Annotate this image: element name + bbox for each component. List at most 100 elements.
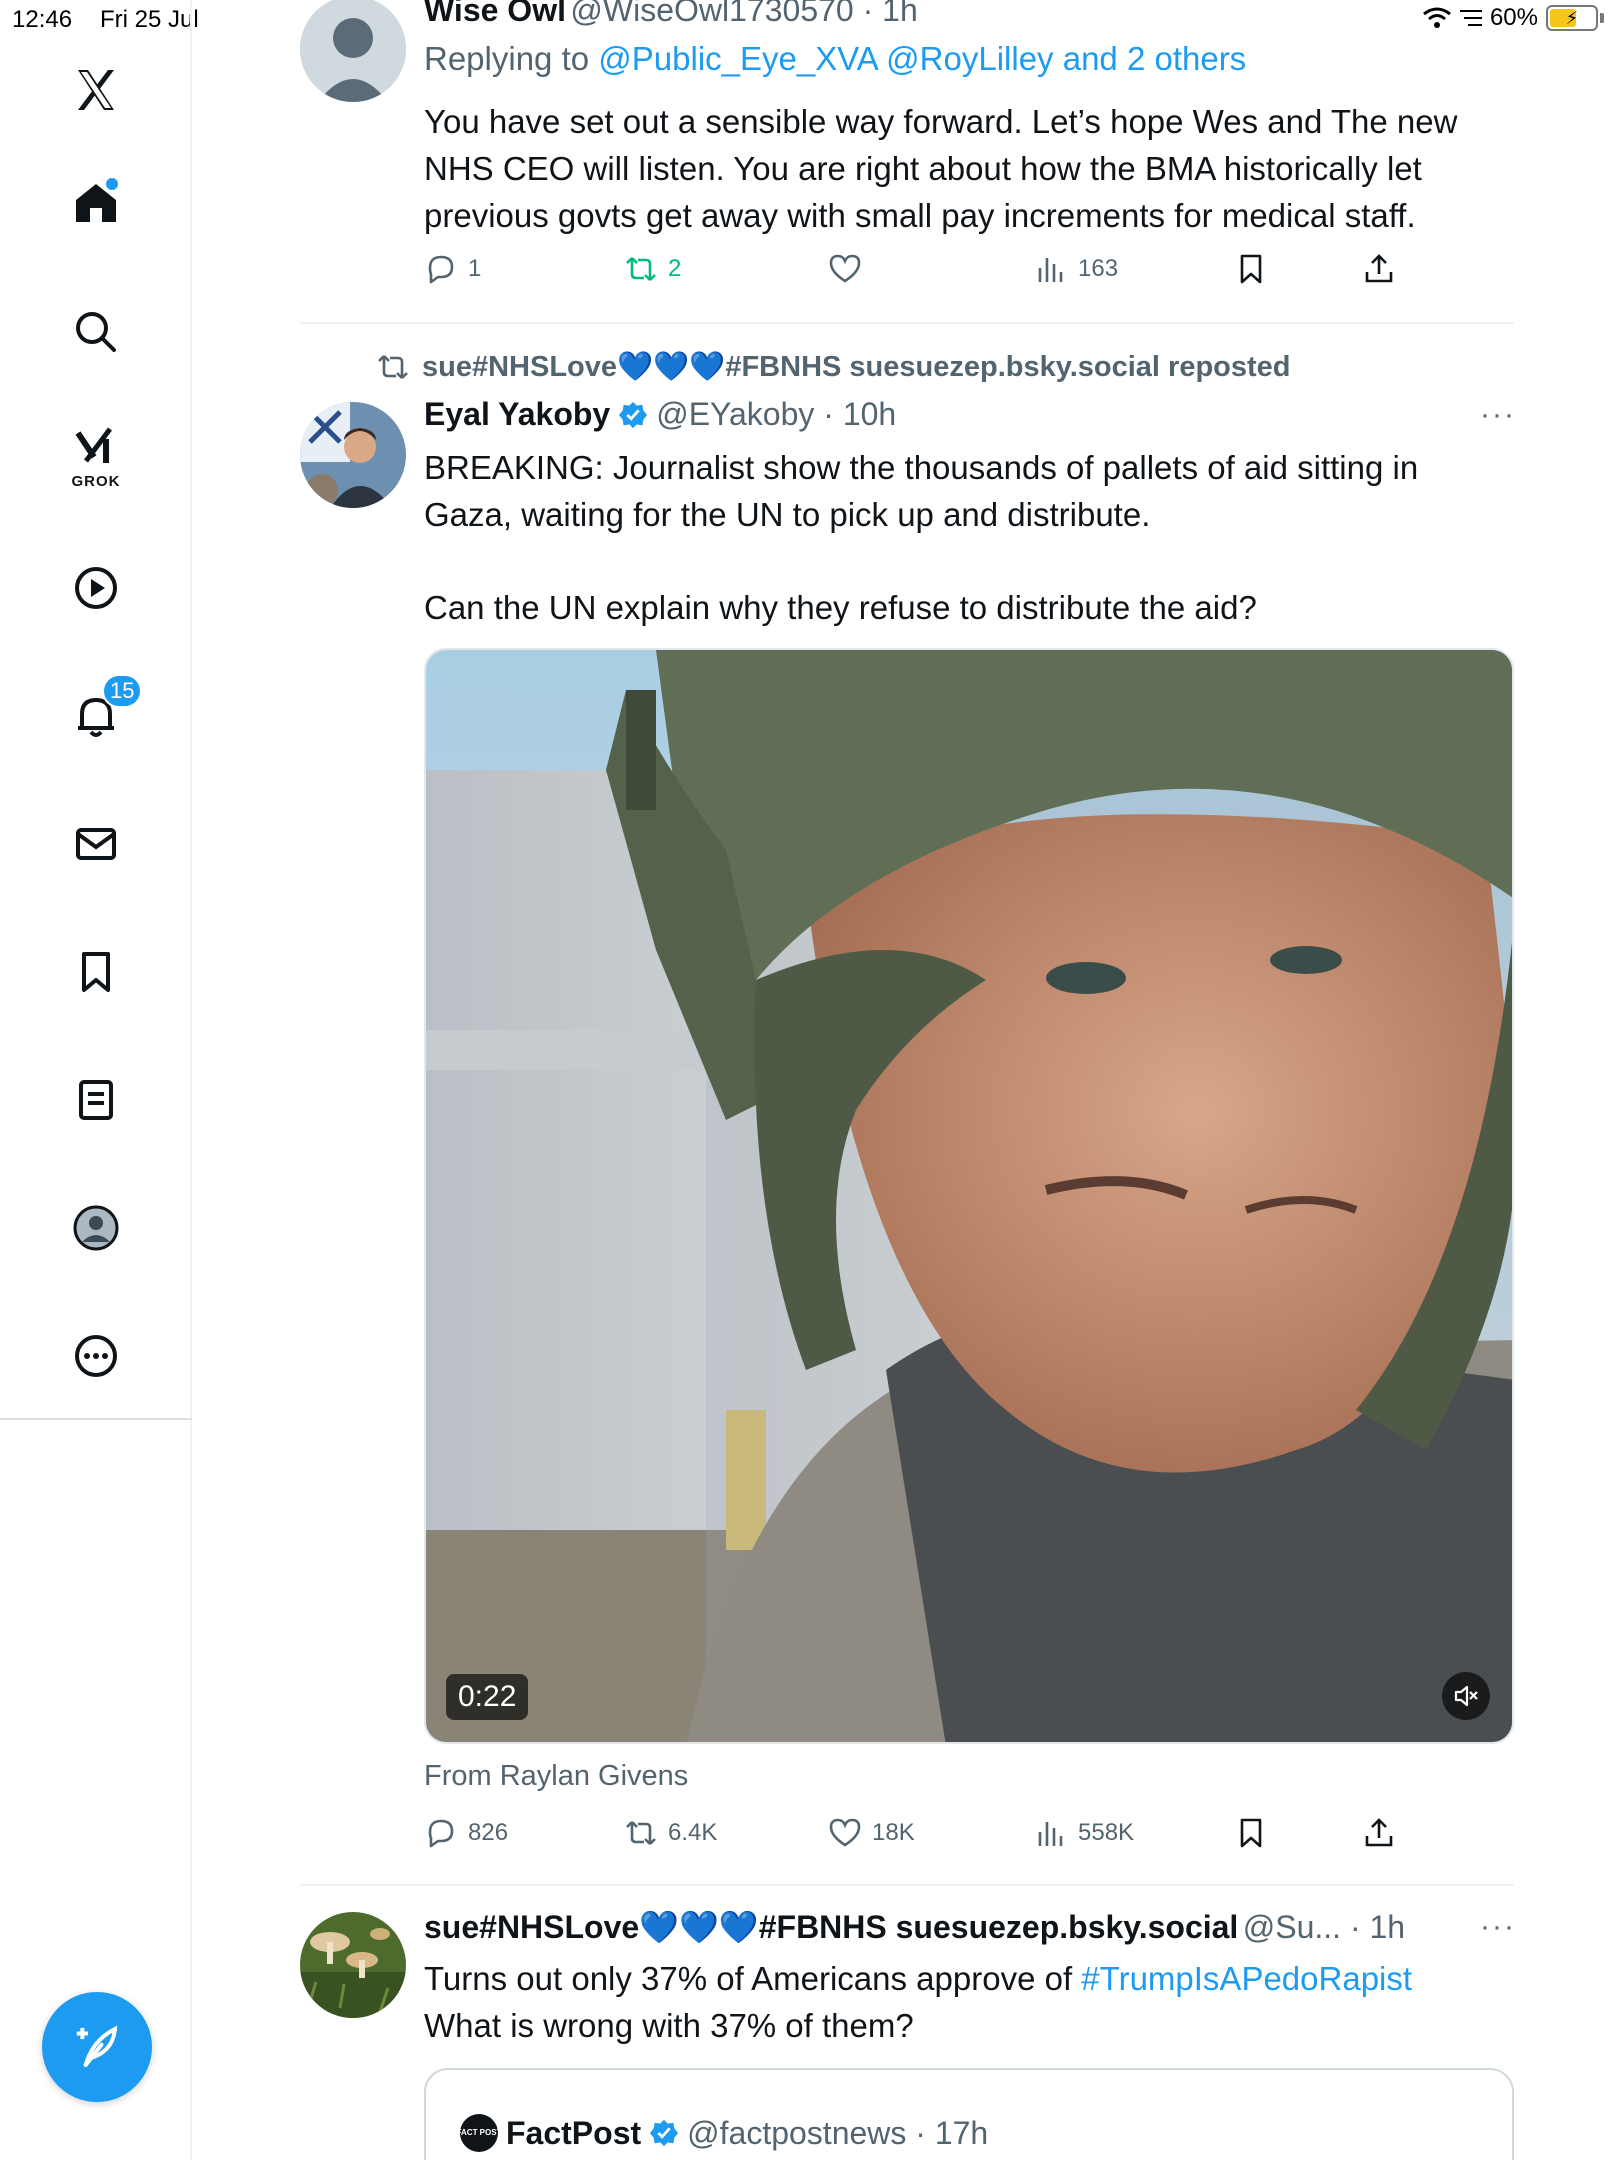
- replying-to-mentions[interactable]: @Public_Eye_XVA @RoyLilley and 2 others: [598, 40, 1246, 77]
- lists-svg: [79, 1080, 113, 1120]
- status-right: 60% ⚡: [1422, 4, 1604, 32]
- search-icon[interactable]: [48, 284, 144, 380]
- verified-badge-icon: [619, 401, 648, 428]
- tweet2-more-options-icon[interactable]: ···: [1480, 398, 1516, 432]
- tweet1-like-button[interactable]: [828, 252, 872, 286]
- factpost-avatar-logo[interactable]: FACT POST: [457, 2114, 501, 2152]
- tweet1-bookmark-button[interactable]: [1234, 252, 1268, 286]
- tweet2-bookmark-button[interactable]: [1234, 1816, 1268, 1850]
- tweet2-share-button[interactable]: [1362, 1816, 1396, 1850]
- compose-feather-icon: [76, 2025, 118, 2067]
- views-chart-icon: [1038, 1822, 1063, 1846]
- tweet2-author-name[interactable]: Eyal Yakoby: [424, 396, 610, 433]
- messages-mail-icon[interactable]: [48, 796, 144, 892]
- tweet1-reply-button[interactable]: 1: [424, 252, 481, 286]
- tweet2-view-count: 558K: [1078, 1819, 1135, 1846]
- like-heart-icon: [829, 254, 861, 283]
- avatar-mushrooms-photo: [300, 1912, 406, 2018]
- quoted-author-name[interactable]: FactPost: [506, 2115, 641, 2152]
- tweet1-text: You have set out a sensible way forward.…: [424, 103, 1458, 234]
- more-svg: [75, 1335, 117, 1377]
- tweet3-text-line2: What is wrong with 37% of them?: [424, 2007, 914, 2044]
- grok-label: GROK: [71, 473, 121, 490]
- tweet3-hashtag-link[interactable]: #TrumpIsAPedoRapist: [1081, 1960, 1412, 1997]
- repost-context-label[interactable]: sue#NHSLove💙💙💙#FBNHS suesuezep.bsky.soci…: [422, 350, 1291, 384]
- repost-icon: [626, 1821, 656, 1845]
- tweet2-text-line2: Can the UN explain why they refuse to di…: [424, 589, 1257, 626]
- lists-icon[interactable]: [48, 1052, 144, 1148]
- avatar-sue-nhslove[interactable]: [300, 1912, 406, 2018]
- video-play-icon[interactable]: [48, 540, 144, 636]
- tweet2-header: Eyal Yakoby @EYakoby · 10h: [424, 396, 896, 433]
- tweet-divider: [300, 1884, 1514, 1886]
- tweet1-view-count: 163: [1078, 255, 1119, 282]
- avatar-wise-owl[interactable]: [300, 0, 406, 102]
- tweet1-header: Wise Owl @WiseOwl1730570 · 1h: [424, 0, 918, 29]
- tweet1-replying-to: Replying to @Public_Eye_XVA @RoyLilley a…: [424, 40, 1246, 78]
- search-svg: [76, 312, 116, 352]
- profile-avatar-icon[interactable]: [48, 1180, 144, 1276]
- tweet2-actions: 826 6.4K 18K 558K: [424, 1816, 1424, 1866]
- tweet3-author-name[interactable]: sue#NHSLove💙💙💙#FBNHS suesuezep.bsky.soci…: [424, 1909, 1238, 1945]
- sidebar: GROK 15: [0, 0, 192, 2160]
- tweet3-quoted-post[interactable]: FACT POST FactPost @factpostnews · 17h: [424, 2068, 1514, 2160]
- battery-icon: ⚡: [1546, 5, 1598, 31]
- tweet2-handle-time[interactable]: @EYakoby · 10h: [656, 396, 896, 433]
- compose-post-button[interactable]: [42, 1992, 152, 2102]
- tweet1-author-name[interactable]: Wise Owl: [424, 0, 566, 28]
- battery-percent: 60%: [1489, 4, 1538, 31]
- home-icon[interactable]: [48, 154, 144, 250]
- tweet1-repost-count: 2: [668, 255, 682, 282]
- video-frame-image: [426, 650, 1512, 1742]
- tweet2-repost-count: 6.4K: [668, 1819, 718, 1846]
- grok-svg: [75, 427, 112, 463]
- tweet3-header: sue#NHSLove💙💙💙#FBNHS suesuezep.bsky.soci…: [424, 1908, 1464, 1946]
- profile-svg: [73, 1205, 119, 1251]
- bookmark-icon: [1240, 254, 1262, 284]
- more-options-icon[interactable]: [48, 1308, 144, 1404]
- video-mute-button[interactable]: [1442, 1672, 1490, 1720]
- verified-badge-icon: [650, 2119, 679, 2147]
- tweet1-views-button[interactable]: 163: [1034, 252, 1118, 286]
- video-source-attribution[interactable]: From Raylan Givens: [424, 1760, 688, 1793]
- grok-icon[interactable]: GROK: [48, 408, 144, 504]
- tweet1-reply-count: 1: [468, 255, 482, 282]
- bookmark-svg: [82, 952, 110, 992]
- charging-bolt-icon: ⚡: [1565, 7, 1579, 28]
- tweet1-actions: 1 2 163: [424, 252, 1424, 302]
- mail-svg: [76, 828, 116, 860]
- wifi-icon: [1423, 7, 1451, 28]
- x-logo-icon[interactable]: [48, 42, 144, 138]
- tweet2-like-button[interactable]: 18K: [828, 1816, 915, 1850]
- muted-speaker-icon: [1454, 1685, 1478, 1707]
- video-duration-label: 0:22: [446, 1674, 529, 1720]
- tweet2-text-line1: BREAKING: Journalist show the thousands …: [424, 449, 1419, 533]
- tweet3-handle-time[interactable]: @Su... · 1h: [1243, 1909, 1405, 1945]
- reposted-icon: [378, 355, 408, 379]
- x-logo-svg: [78, 70, 114, 110]
- tweet-divider: [300, 322, 1514, 324]
- signal-list-icon: [1459, 10, 1482, 26]
- tweet2-views-button[interactable]: 558K: [1034, 1816, 1134, 1850]
- tweet2-reply-button[interactable]: 826: [424, 1816, 508, 1850]
- tweet3-more-options-icon[interactable]: ···: [1480, 1910, 1516, 1944]
- quoted-handle-time[interactable]: @factpostnews · 17h: [687, 2115, 988, 2152]
- notifications-bell-icon[interactable]: 15: [48, 668, 144, 764]
- quoted-post-header: FACT POST FactPost @factpostnews · 17h: [457, 2114, 988, 2152]
- tweet1-handle-time[interactable]: @WiseOwl1730570 · 1h: [570, 0, 917, 28]
- tweet1-repost-button[interactable]: 2: [624, 252, 681, 286]
- home-unread-dot: [106, 178, 118, 190]
- like-heart-icon: [829, 1818, 861, 1847]
- reply-icon: [428, 255, 454, 284]
- share-icon: [1365, 1818, 1393, 1847]
- bookmarks-icon[interactable]: [48, 924, 144, 1020]
- notifications-badge: 15: [102, 674, 143, 708]
- tweet2-video-player[interactable]: 0:22: [424, 648, 1514, 1744]
- tweet3-text-prefix: Turns out only 37% of Americans approve …: [424, 1960, 1082, 1997]
- replying-prefix: Replying to: [424, 40, 590, 77]
- tweet3-text: Turns out only 37% of Americans approve …: [424, 1955, 1514, 2049]
- tweet1-share-button[interactable]: [1362, 252, 1396, 286]
- tweet2-repost-button[interactable]: 6.4K: [624, 1816, 717, 1850]
- avatar-eyal-yakoby[interactable]: [300, 402, 406, 508]
- tweet2-like-count: 18K: [872, 1819, 915, 1846]
